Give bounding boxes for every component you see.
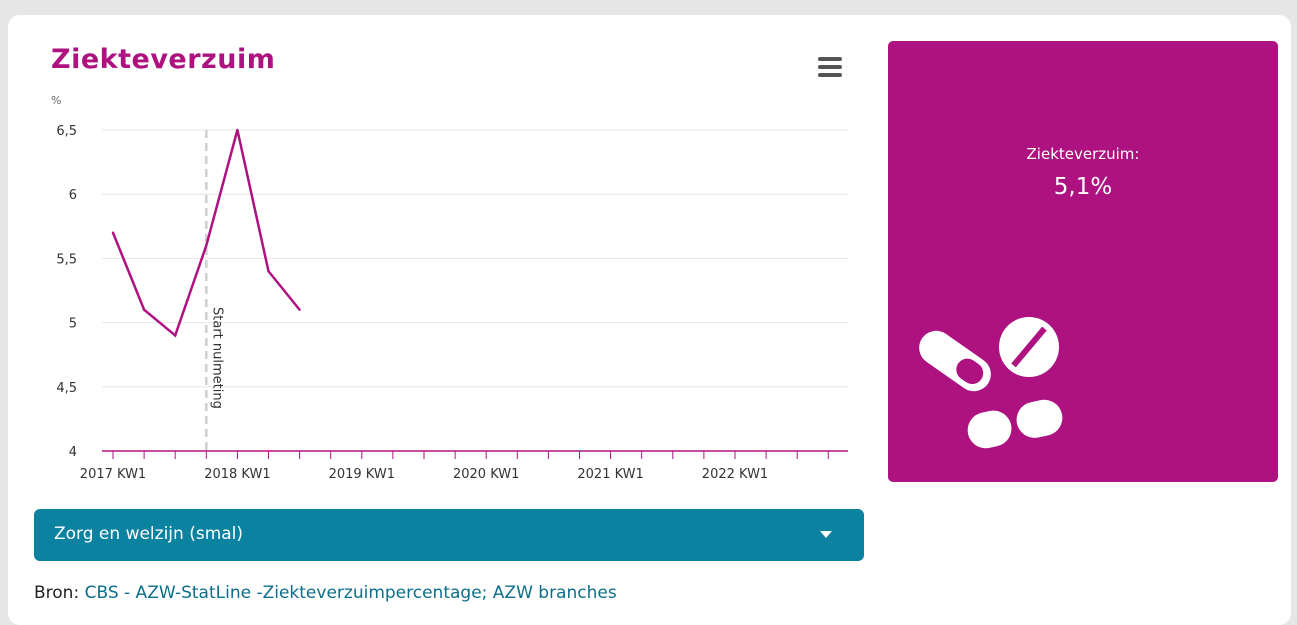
x-tick-label: 2018 KW1 (204, 467, 270, 482)
pills-icon (919, 317, 1063, 449)
y-unit-label: % (51, 94, 61, 107)
branch-select-value: Zorg en welzijn (smal) (54, 524, 244, 544)
data-point (267, 270, 270, 273)
data-point (298, 308, 301, 311)
source-line: Bron: CBS - AZW-StatLine -Ziekteverzuimp… (34, 583, 617, 603)
data-point (111, 231, 115, 234)
data-point (174, 334, 177, 337)
stat-value: 5,1% (1053, 174, 1113, 200)
source-prefix: Bron: (34, 583, 80, 603)
y-tick-label: 6 (69, 188, 77, 203)
y-tick-label: 5 (69, 317, 77, 332)
data-point (142, 308, 146, 311)
y-tick-label: 4 (69, 445, 77, 460)
x-tick-label: 2021 KW1 (577, 467, 643, 482)
data-point (236, 128, 239, 132)
start-nulmeting-label: Start nulmeting (209, 307, 224, 409)
line-chart: % 4 4,5 5 5,5 6 6,5 2017 KW1 2018 KW1 2019 KW1 202… (51, 94, 848, 482)
y-tick-label: 6,5 (56, 124, 77, 139)
x-tick-label: 2017 KW1 (80, 467, 146, 482)
source-link[interactable]: CBS - AZW-StatLine -Ziekteverzuimpercent… (85, 583, 617, 603)
stat-panel: Ziekteverzuim: 5,1% (888, 41, 1278, 482)
stat-label: Ziekteverzuim: (1026, 145, 1140, 163)
data-point (205, 244, 208, 247)
y-tick-label: 5,5 (56, 252, 77, 267)
x-tick-label: 2022 KW1 (702, 467, 768, 482)
y-tick-label: 4,5 (56, 381, 77, 396)
x-tick-label: 2020 KW1 (453, 467, 519, 482)
branch-select[interactable]: Zorg en welzijn (smal) (34, 509, 864, 561)
x-tick-label: 2019 KW1 (329, 467, 395, 482)
chevron-down-icon (820, 531, 832, 538)
